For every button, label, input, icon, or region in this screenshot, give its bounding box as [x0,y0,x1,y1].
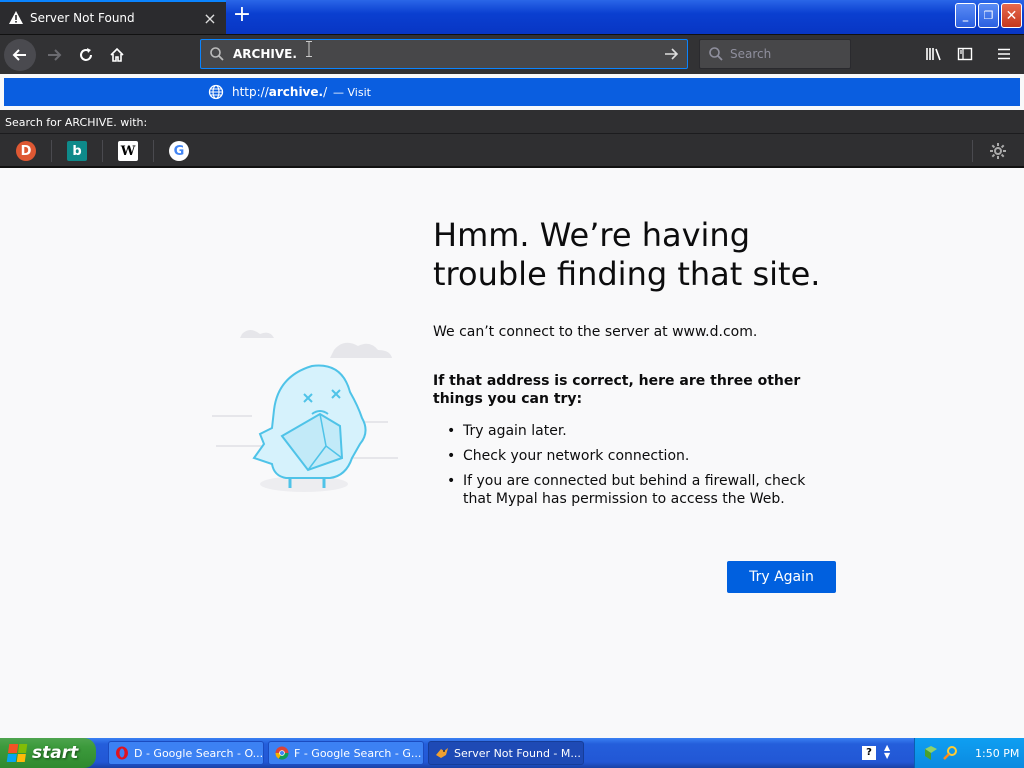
search-bar[interactable] [699,39,851,69]
tab-title: Server Not Found [30,11,135,25]
error-page: Hmm. We’re having trouble finding that s… [0,168,1024,738]
library-icon [926,48,941,61]
taskbar-item-mypal[interactable]: Server Not Found - M... [428,741,584,765]
minimize-button[interactable]: _ [955,3,976,28]
autocomplete-url: http://archive./ [232,85,328,99]
taskbar-item-chrome[interactable]: F - Google Search - G... [268,741,424,765]
error-description: We can’t connect to the server at www.d.… [433,324,758,340]
tab-server-not-found[interactable]: Server Not Found × [0,0,226,34]
search-icon[interactable] [943,745,959,761]
text-cursor-icon [306,41,312,57]
home-icon [110,47,124,62]
mypal-icon [436,748,448,758]
try-again-button[interactable]: Try Again [727,561,836,593]
url-text[interactable]: ARCHIVE. [233,47,663,61]
sidebar-button[interactable] [950,39,980,69]
menu-button[interactable] [989,39,1019,69]
close-window-button[interactable]: ✕ [1001,3,1022,28]
list-item: If you are connected but behind a firewa… [447,472,837,508]
separator [102,140,103,162]
list-item: Check your network connection. [447,447,837,465]
taskbar-item-opera[interactable]: D - Google Search - O... [108,741,264,765]
window-controls: _ ❐ ✕ [955,3,1022,28]
gear-icon[interactable] [989,142,1007,160]
tab-close-icon[interactable]: × [202,9,218,28]
task-label: D - Google Search - O... [134,746,264,760]
error-suggestions-heading: If that address is correct, here are thr… [433,373,801,407]
tray-expand-icon[interactable]: ▲ ▼ [884,744,890,760]
bing-icon[interactable]: b [67,141,87,161]
new-tab-button[interactable]: + [230,4,254,28]
separator [153,140,154,162]
search-icon [210,47,224,61]
suggestions-list: Try again later. Check your network conn… [447,422,837,515]
hamburger-menu-icon [998,48,1010,60]
separator [51,140,52,162]
help-icon[interactable]: ? [862,746,876,760]
task-label: F - Google Search - G... [294,746,422,760]
google-icon[interactable]: G [169,141,189,161]
warning-icon [9,11,23,24]
autocomplete-action: — Visit [333,86,371,99]
windows-logo-icon [6,744,28,762]
task-label: Server Not Found - M... [454,746,581,760]
reload-button[interactable] [70,39,102,71]
search-icon [709,47,723,61]
dinosaur-illustration [212,330,398,492]
clock: 1:50 PM [975,746,1020,760]
globe-icon [208,84,224,100]
forward-arrow-icon [48,49,62,61]
chrome-icon [275,746,289,760]
restore-button[interactable]: ❐ [978,3,999,28]
search-engine-bar: D b W G [0,134,1024,168]
start-label: start [32,743,79,763]
wikipedia-icon[interactable]: W [118,141,138,161]
list-item: Try again later. [447,422,837,440]
start-button[interactable]: start [0,738,96,768]
search-for-label: Search for ARCHIVE. with: [0,110,1024,134]
system-tray: 1:50 PM [914,738,1024,768]
back-arrow-icon [12,49,26,61]
separator [972,140,973,162]
back-button[interactable] [4,39,36,71]
autocomplete-row[interactable]: http://archive./ — Visit [4,78,1020,106]
go-arrow-icon[interactable] [663,46,679,62]
url-bar[interactable]: ARCHIVE. [200,39,688,69]
home-button[interactable] [101,39,133,71]
navigation-toolbar: ARCHIVE. [0,34,1024,74]
opera-icon [116,746,128,760]
reload-icon [80,48,92,61]
library-button[interactable] [919,39,949,69]
network-icon[interactable] [923,745,939,761]
search-input[interactable] [730,47,840,61]
title-bar: Server Not Found × + _ ❐ ✕ [0,0,1024,34]
sidebar-icon [957,47,973,61]
forward-button[interactable] [38,39,70,71]
duckduckgo-icon[interactable]: D [16,141,36,161]
error-title: Hmm. We’re having trouble finding that s… [433,216,821,293]
taskbar: start D - Google Search - O... F - Googl… [0,738,1024,768]
